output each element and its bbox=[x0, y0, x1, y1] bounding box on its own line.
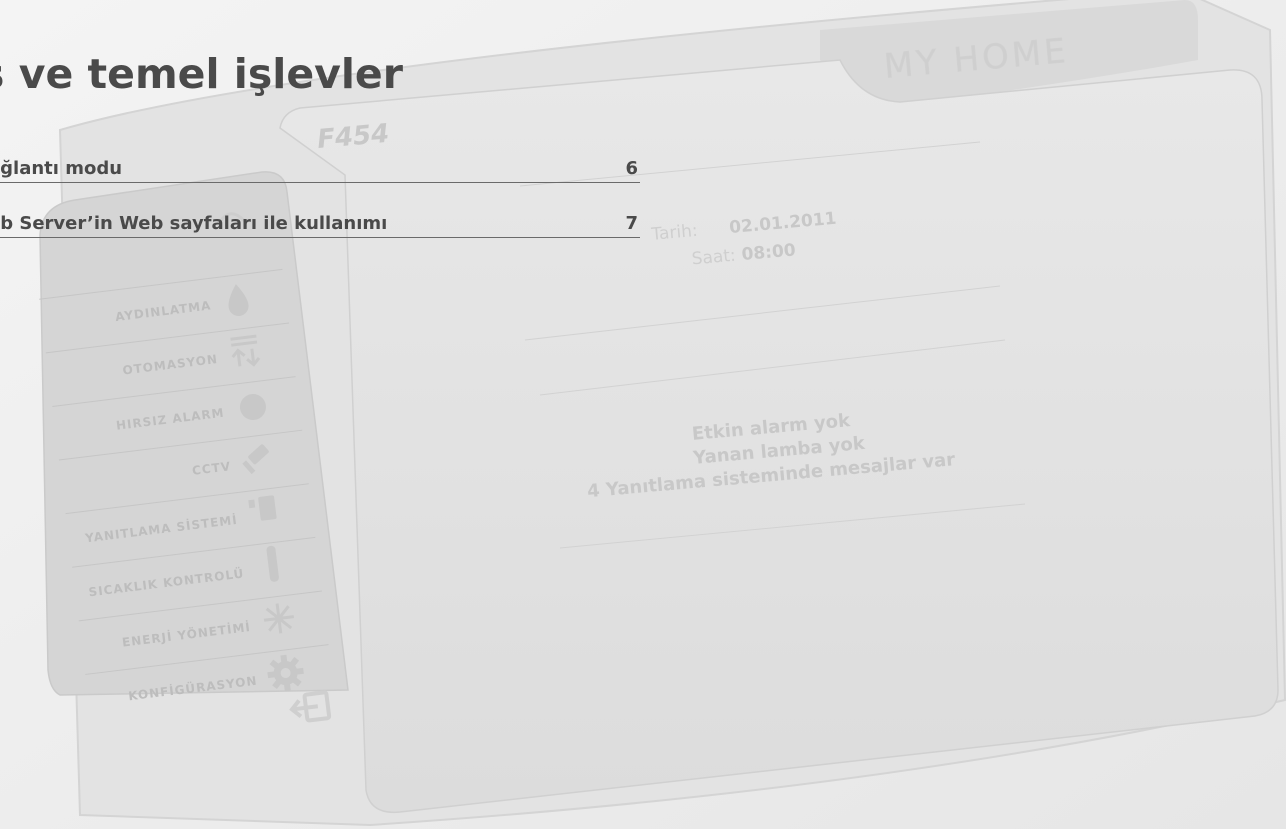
background-mockup: MY HOME F454 Tarih: 02.01.2011 Saat: 08:… bbox=[0, 0, 1286, 829]
toc-entry-label: eb Server’in Web sayfaları ile kullanımı bbox=[0, 213, 388, 234]
toc-entry-label: ağlantı modu bbox=[0, 158, 123, 179]
toc-page-number: 7 bbox=[625, 213, 638, 234]
section-title: ış ve temel işlevler bbox=[0, 50, 403, 98]
toc-page-number: 6 bbox=[625, 158, 638, 179]
time-label: Saat: bbox=[691, 246, 737, 270]
date-label: Tarih: bbox=[650, 221, 699, 245]
toc-row[interactable]: eb Server’in Web sayfaları ile kullanımı… bbox=[0, 213, 640, 238]
device-title: F454 bbox=[316, 119, 390, 155]
toc-row[interactable]: ağlantı modu 6 bbox=[0, 158, 640, 183]
